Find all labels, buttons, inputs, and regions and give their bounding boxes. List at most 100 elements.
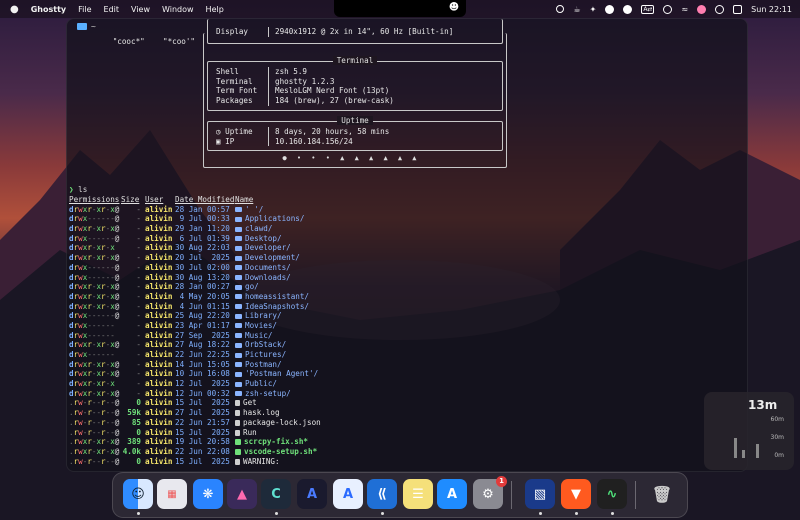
size: - bbox=[136, 311, 141, 321]
file-name: Developer/ bbox=[235, 243, 291, 253]
vpn-icon[interactable] bbox=[623, 4, 633, 14]
affinity-icon[interactable]: ▲ bbox=[227, 479, 257, 509]
app-menu[interactable]: Ghostty bbox=[31, 5, 66, 14]
date-modified: 27 Jul 2025 bbox=[175, 408, 230, 418]
wifi-icon[interactable]: ≈ bbox=[681, 5, 688, 14]
date-modified: 30 Aug 13:20 bbox=[175, 272, 230, 282]
date-modified: 28 Jan 00:27 bbox=[175, 282, 230, 292]
size: 4.0k bbox=[122, 446, 141, 456]
apple-icon[interactable]: ● bbox=[10, 4, 19, 15]
permissions: drwx------@ bbox=[69, 214, 120, 224]
brave-icon[interactable]: ▼ bbox=[561, 479, 591, 509]
safari-icon[interactable]: ❋ bbox=[193, 479, 223, 509]
system-settings-icon[interactable]: ⚙ 1 bbox=[473, 476, 507, 509]
vscode-icon[interactable]: ⟪ bbox=[367, 479, 397, 509]
widget-label-30: 30m bbox=[770, 434, 784, 441]
focus-icon[interactable] bbox=[715, 4, 725, 14]
ls-row: .rw-r--r--@ 0 alivin 15 Jul 2025 Get bbox=[69, 398, 739, 408]
size: 0 bbox=[136, 427, 141, 437]
menu-edit[interactable]: Edit bbox=[104, 5, 120, 14]
file-name-text: Pictures/ bbox=[245, 350, 287, 359]
prompt-command: ls bbox=[78, 185, 88, 194]
ls-output: Permissions Size User Date Modified Name… bbox=[69, 195, 739, 466]
date-modified: 4 May 20:05 bbox=[175, 291, 230, 301]
record-icon[interactable] bbox=[556, 5, 565, 13]
file-name: Downloads/ bbox=[235, 273, 291, 283]
size: - bbox=[136, 369, 141, 379]
menu-view[interactable]: View bbox=[131, 5, 150, 14]
file-icon bbox=[235, 419, 240, 426]
bitwarden-icon[interactable]: ▧ bbox=[525, 479, 555, 509]
file-name-text: Run bbox=[243, 427, 257, 437]
sparkle-icon[interactable]: ✦ bbox=[590, 5, 597, 14]
file-name: 'Postman Agent'/ bbox=[235, 369, 318, 379]
file-name-text: 'Postman Agent'/ bbox=[245, 369, 319, 379]
color-palette-dots: ● • • • ▲ ▲ ▲ ▲ ▲ ▲ bbox=[282, 154, 420, 162]
permissions: drwxr-xr-x@ bbox=[69, 224, 120, 234]
activity-monitor-icon[interactable]: ∿ bbox=[597, 479, 627, 509]
permissions: drwxr-xr-x@ bbox=[69, 291, 120, 301]
control-center-icon[interactable] bbox=[733, 4, 743, 14]
user-icon[interactable] bbox=[697, 4, 707, 14]
menu-help[interactable]: Help bbox=[206, 5, 224, 14]
ls-row: drwxr-xr-x@ - alivin 14 Jun 15:05 Postman/ bbox=[69, 360, 739, 370]
ls-row: drwx------@ - alivin 25 Aug 22:20 Library/ bbox=[69, 311, 739, 321]
file-name: Library/ bbox=[235, 311, 282, 321]
dock-separator bbox=[511, 481, 512, 509]
size: - bbox=[136, 233, 141, 243]
arc-icon[interactable]: A bbox=[297, 479, 327, 509]
arc-alt-icon[interactable]: A bbox=[333, 479, 363, 509]
permissions: .rw-r--r--@ bbox=[69, 398, 120, 408]
folder-icon bbox=[235, 381, 242, 387]
file-name-text: Get bbox=[243, 398, 257, 408]
file-name-text: WARNING: bbox=[243, 456, 280, 466]
folder-icon bbox=[235, 265, 242, 271]
status-icon[interactable] bbox=[605, 4, 615, 14]
running-indicator bbox=[611, 512, 614, 515]
fastfetch-frame: ● • • • ▲ ▲ ▲ ▲ ▲ ▲ bbox=[203, 33, 507, 168]
ghostty-app-icon[interactable]: C bbox=[261, 479, 291, 509]
file-name-text: scrcpy-fix.sh* bbox=[244, 437, 309, 447]
launchpad-icon[interactable]: ▦ bbox=[157, 479, 187, 509]
terminal-window[interactable]: ~ "cooc*" "*coo'" Display 2940x1912 @ 2x… bbox=[66, 18, 748, 472]
coffee-icon[interactable]: ☕ bbox=[573, 5, 580, 14]
keyboard-input-icon[interactable]: A⇄ bbox=[641, 4, 655, 14]
trash-icon[interactable]: 🗑 bbox=[647, 479, 677, 509]
activity-widget[interactable]: 13m 60m 30m 0m bbox=[704, 392, 794, 470]
clock[interactable]: Sun 22:11 bbox=[751, 5, 792, 14]
file-name: package-lock.json bbox=[235, 418, 321, 428]
permissions: drwxr-xr-x@ bbox=[69, 253, 120, 263]
file-name: OrbStack/ bbox=[235, 340, 286, 350]
ls-row: .rw-r--r--@ 59k alivin 27 Jul 2025 hask.log bbox=[69, 408, 739, 418]
file-name: scrcpy-fix.sh* bbox=[235, 437, 308, 447]
file-name: hask.log bbox=[235, 408, 280, 418]
date-modified: 25 Aug 22:20 bbox=[175, 311, 230, 321]
permissions: drwxr-xr-x bbox=[69, 243, 115, 253]
ls-row: drwx------ - alivin 23 Apr 01:17 Movies/ bbox=[69, 321, 739, 331]
menu-window[interactable]: Window bbox=[162, 5, 194, 14]
battery-icon[interactable] bbox=[663, 4, 673, 14]
file-name: Public/ bbox=[235, 379, 277, 389]
running-indicator bbox=[575, 512, 578, 515]
finder-icon[interactable]: ☺ bbox=[123, 479, 153, 509]
file-name-text: clawd/ bbox=[245, 224, 273, 234]
folder-icon bbox=[77, 22, 87, 30]
file-name-text: Developer/ bbox=[245, 243, 291, 253]
folder-icon bbox=[235, 323, 242, 329]
user: alivin bbox=[145, 262, 173, 272]
user: alivin bbox=[145, 350, 173, 359]
ls-row: drwx------@ - alivin 30 Aug 13:20 Downloads/ bbox=[69, 273, 739, 283]
folder-icon bbox=[235, 391, 242, 397]
ascii-art-line: "cooc*" "*coo'" bbox=[99, 37, 196, 46]
permissions: drwxr-xr-x@ bbox=[69, 282, 120, 292]
ls-row: .rw-r--r--@ 0 alivin 15 Jul 2025 Run bbox=[69, 428, 739, 438]
menubar-face-icon[interactable]: ☻ bbox=[448, 2, 460, 14]
notes-icon[interactable]: ☰ bbox=[403, 479, 433, 509]
permissions: .rw-r--r--@ bbox=[69, 427, 120, 437]
folder-icon bbox=[235, 255, 242, 261]
permissions: drwxr-xr-x@ bbox=[69, 388, 120, 398]
app-store-icon[interactable]: A bbox=[437, 479, 467, 509]
user: alivin bbox=[145, 301, 173, 311]
menu-file[interactable]: File bbox=[78, 5, 91, 14]
permissions: drwx------@ bbox=[69, 233, 120, 243]
